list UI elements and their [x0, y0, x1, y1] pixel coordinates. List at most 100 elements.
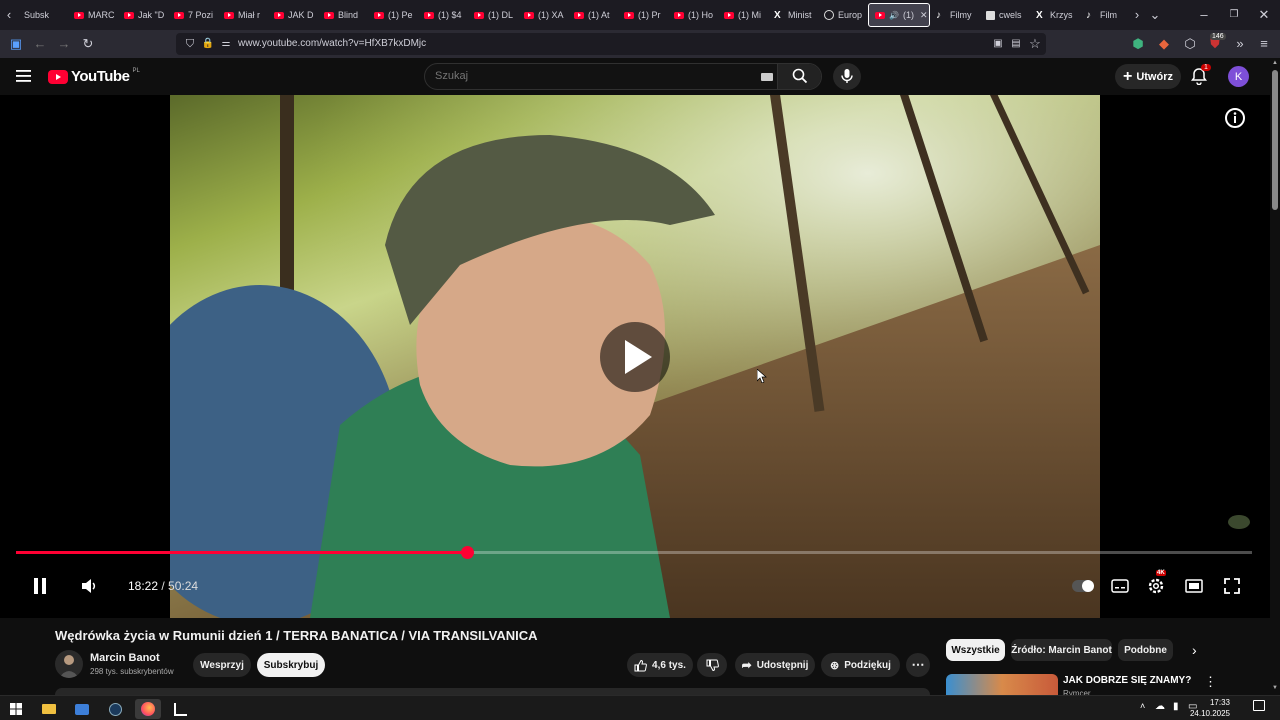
url-text[interactable]: www.youtube.com/watch?v=HfXB7kxDMjc — [238, 38, 426, 49]
play-pause-button[interactable] — [30, 576, 50, 596]
minimize-window-icon[interactable]: – — [1196, 7, 1212, 23]
steam-icon[interactable] — [105, 699, 125, 719]
subscribe-button[interactable]: Subskrybuj — [257, 653, 325, 677]
address-bar[interactable]: ⛉ 🔒 ⚌ www.youtube.com/watch?v=HfXB7kxDMj… — [176, 33, 1046, 55]
browser-tab[interactable]: X Minist — [768, 3, 818, 27]
next-video-title[interactable]: JAK DOBRZE SIĘ ZNAMY? — [1063, 675, 1191, 686]
tabs-scroll-left-icon[interactable]: ‹ — [0, 7, 18, 23]
usb-icon[interactable]: ▮ — [1173, 701, 1179, 712]
chips-next-icon[interactable]: › — [1192, 642, 1197, 658]
browser-tab[interactable]: Blind — [318, 3, 368, 27]
overflow-chevron-icon[interactable]: » — [1232, 36, 1248, 52]
notification-center-icon[interactable] — [1253, 700, 1265, 711]
browser-tab[interactable]: 7 Pozi — [168, 3, 218, 27]
more-actions-button[interactable]: ⋯ — [906, 653, 930, 677]
scrollbar-down-icon[interactable]: ▼ — [1272, 685, 1278, 691]
forward-icon[interactable]: → — [56, 36, 72, 52]
browser-tab[interactable]: (1) Mi — [718, 3, 768, 27]
browser-tab[interactable]: (1) $4 — [418, 3, 468, 27]
picture-in-picture-icon[interactable]: ▣ — [990, 36, 1006, 52]
browser-tab[interactable]: Miał r — [218, 3, 268, 27]
browser-tab[interactable]: X Krzys — [1030, 3, 1080, 27]
speaker-icon[interactable]: 🔊 — [889, 11, 899, 20]
tabs-scroll-right-icon[interactable]: › — [1130, 7, 1144, 23]
share-button[interactable]: ➦ Udostępnij — [735, 653, 815, 677]
lock-icon[interactable]: 🔒 — [200, 36, 216, 52]
video-player[interactable]: 18:22 / 50:24 4K — [0, 95, 1270, 618]
search-input[interactable] — [435, 70, 735, 82]
reload-icon[interactable]: ↻ — [80, 36, 96, 52]
progress-bar[interactable] — [16, 546, 1252, 559]
fox-extension-icon[interactable]: ◆ — [1156, 36, 1172, 52]
system-clock[interactable]: 17:33 24.10.2025 — [1190, 697, 1230, 719]
shield-icon[interactable]: ⛉ — [182, 36, 198, 52]
chip-from-channel[interactable]: Źródło: Marcin Banot — [1011, 639, 1112, 661]
youtube-logo[interactable]: YouTube PL — [48, 68, 140, 85]
tab-view-icon[interactable]: ▣ — [8, 36, 24, 52]
start-button[interactable] — [6, 699, 26, 719]
search-button[interactable] — [777, 64, 821, 89]
browser-tab[interactable]: (1) At — [568, 3, 618, 27]
browser-tab[interactable]: ♪ Film — [1080, 3, 1130, 27]
firefox-icon[interactable] — [135, 699, 161, 719]
bookmark-star-icon[interactable]: ☆ — [1027, 36, 1043, 52]
restore-window-icon[interactable]: ❐ — [1226, 7, 1242, 23]
account-avatar[interactable]: K — [1228, 66, 1249, 87]
next-video-thumbnail[interactable] — [946, 674, 1058, 695]
close-window-icon[interactable]: ✕ — [1256, 7, 1272, 23]
channel-avatar[interactable] — [55, 650, 83, 678]
big-play-button[interactable] — [600, 322, 670, 392]
browser-tab[interactable]: (1) DL — [468, 3, 518, 27]
privacy-extension-icon[interactable]: ⬢ — [1130, 36, 1146, 52]
theater-mode-button[interactable] — [1185, 579, 1203, 593]
thanks-button[interactable]: ⊛ Podziękuj — [821, 653, 900, 677]
browser-tab[interactable]: Jak "D — [118, 3, 168, 27]
create-button[interactable]: + Utwórz — [1115, 64, 1181, 89]
browser-tab[interactable]: Europ — [818, 3, 868, 27]
browser-tab[interactable]: (1) Pe — [368, 3, 418, 27]
browser-tab[interactable]: (1) XA — [518, 3, 568, 27]
browser-tab[interactable]: ♪ Filmy — [930, 3, 980, 27]
app-menu-icon[interactable]: ≡ — [1256, 36, 1272, 52]
back-icon[interactable]: ← — [32, 36, 48, 52]
chip-all[interactable]: Wszystkie — [946, 639, 1005, 661]
channel-watermark-icon[interactable] — [1228, 515, 1250, 529]
scrollbar-thumb[interactable] — [1272, 70, 1278, 210]
onedrive-icon[interactable]: ☁ — [1155, 701, 1165, 712]
dislike-button[interactable] — [697, 653, 727, 677]
extensions-icon[interactable]: ⬡ — [1182, 36, 1198, 52]
close-tab-icon[interactable]: ✕ — [920, 10, 928, 21]
guide-menu-icon[interactable] — [16, 68, 32, 84]
search-box[interactable] — [424, 63, 822, 90]
taskbar-app-icon[interactable] — [170, 699, 190, 719]
settings-button[interactable]: 4K — [1147, 570, 1166, 595]
permissions-icon[interactable]: ⚌ — [218, 36, 234, 52]
system-tray-chevron-icon[interactable]: ˄ — [1140, 701, 1145, 711]
browser-tab[interactable]: (1) Ho — [668, 3, 718, 27]
reader-view-icon[interactable]: ▤ — [1008, 36, 1024, 52]
browser-tab[interactable]: cwels — [980, 3, 1030, 27]
scrollbar-up-icon[interactable]: ▲ — [1272, 60, 1278, 66]
browser-tab[interactable]: JAK D — [268, 3, 318, 27]
video-info-icon[interactable] — [1224, 107, 1246, 129]
fullscreen-button[interactable] — [1224, 578, 1240, 594]
voice-search-button[interactable] — [833, 63, 861, 90]
browser-tab-active[interactable]: 🔊 (1) ✕ — [868, 3, 930, 27]
list-all-tabs-icon[interactable]: ⌄ — [1148, 7, 1162, 23]
next-video-menu-icon[interactable]: ⋮ — [1204, 674, 1217, 690]
notifications-button[interactable]: 1 — [1190, 64, 1211, 87]
subtitles-button[interactable] — [1111, 579, 1129, 593]
autoplay-toggle[interactable] — [1072, 580, 1094, 592]
description-box[interactable] — [55, 688, 930, 695]
channel-name[interactable]: Marcin Banot — [90, 652, 160, 664]
app-monitor-icon[interactable] — [72, 699, 92, 719]
support-button[interactable]: Wesprzyj — [193, 653, 251, 677]
keyboard-icon[interactable] — [761, 73, 773, 81]
chip-related[interactable]: Podobne — [1118, 639, 1173, 661]
browser-tab[interactable]: MARC — [68, 3, 118, 27]
browser-tab[interactable]: (1) Pr — [618, 3, 668, 27]
like-button[interactable]: 4,6 tys. — [627, 653, 693, 677]
browser-tab[interactable]: Subsk — [18, 3, 68, 27]
page-scrollbar[interactable]: ▲ ▼ — [1270, 58, 1280, 695]
volume-button[interactable] — [80, 577, 98, 595]
